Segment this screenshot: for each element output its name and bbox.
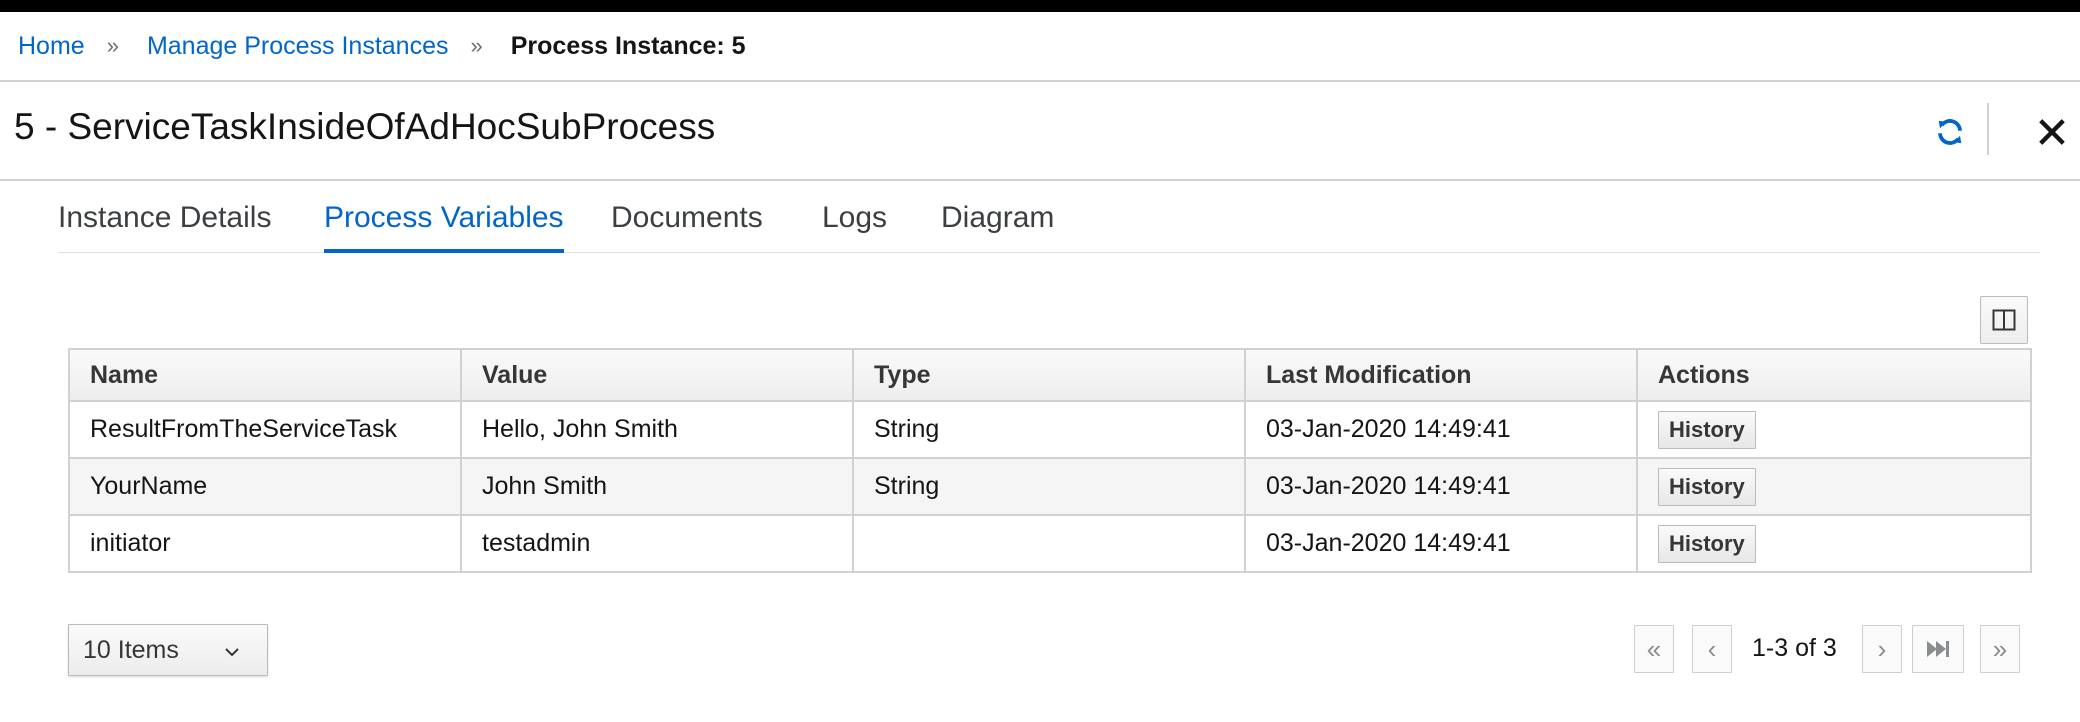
- cell-value: John Smith: [460, 457, 854, 516]
- tab-process-variables[interactable]: Process Variables: [324, 182, 564, 253]
- cell-actions: History: [1636, 400, 2032, 459]
- column-header-last-modification[interactable]: Last Modification: [1244, 348, 1638, 402]
- refresh-button[interactable]: [1932, 112, 1968, 152]
- column-header-type[interactable]: Type: [852, 348, 1246, 402]
- close-button[interactable]: [2032, 110, 2072, 154]
- header-divider: [0, 80, 2080, 82]
- column-header-actions: Actions: [1636, 348, 2032, 402]
- page-size-label: 10 Items: [83, 635, 179, 664]
- table-header-row: Name Value Type Last Modification Action…: [68, 348, 2032, 402]
- cell-value: testadmin: [460, 514, 854, 573]
- previous-page-button[interactable]: ‹: [1692, 625, 1732, 673]
- column-picker-button[interactable]: [1980, 296, 2028, 344]
- cell-type: String: [852, 400, 1246, 459]
- columns-icon: [1992, 309, 2016, 331]
- breadcrumb-home-link[interactable]: Home: [18, 32, 85, 61]
- breadcrumb-current: Process Instance: 5: [510, 31, 746, 60]
- next-page-button[interactable]: ›: [1862, 625, 1902, 673]
- column-header-value[interactable]: Value: [460, 348, 854, 402]
- refresh-icon: [1938, 119, 1962, 145]
- close-icon: [2039, 119, 2065, 145]
- column-header-name[interactable]: Name: [68, 348, 462, 402]
- breadcrumb-manage-process-instances-link[interactable]: Manage Process Instances: [147, 32, 449, 61]
- cell-name: YourName: [68, 457, 462, 516]
- skip-to-end-icon: [1927, 641, 1949, 657]
- history-button[interactable]: History: [1658, 410, 1756, 449]
- table-row: YourName John Smith String 03-Jan-2020 1…: [68, 457, 2032, 516]
- toolbar-divider: [1987, 103, 1989, 155]
- tab-instance-details[interactable]: Instance Details: [58, 182, 271, 252]
- last-page-button[interactable]: [1912, 625, 1964, 673]
- cell-last-modification: 03-Jan-2020 14:49:41: [1244, 514, 1638, 573]
- cell-type: String: [852, 457, 1246, 516]
- table-row: initiator testadmin 03-Jan-2020 14:49:41…: [68, 514, 2032, 573]
- history-button[interactable]: History: [1658, 467, 1756, 506]
- page-title: 5 - ServiceTaskInsideOfAdHocSubProcess: [14, 106, 716, 147]
- cell-type: [852, 514, 1246, 573]
- breadcrumb-separator: »: [470, 33, 483, 58]
- page-size-select[interactable]: 10 Items: [68, 624, 268, 676]
- tab-documents[interactable]: Documents: [611, 182, 763, 252]
- history-button[interactable]: History: [1658, 524, 1756, 563]
- pagination-range-label: 1-3 of 3: [1752, 634, 1837, 662]
- first-page-button[interactable]: «: [1634, 625, 1674, 673]
- tab-bar: Instance Details Process Variables Docum…: [58, 182, 2040, 253]
- cell-name: ResultFromTheServiceTask: [68, 400, 462, 459]
- cell-actions: History: [1636, 457, 2032, 516]
- process-variables-table: Name Value Type Last Modification Action…: [68, 348, 2032, 573]
- breadcrumb: Home » Manage Process Instances » Proces…: [18, 12, 746, 80]
- breadcrumb-separator: »: [106, 33, 119, 58]
- title-divider: [0, 179, 2080, 181]
- tab-logs[interactable]: Logs: [822, 182, 887, 252]
- tab-diagram[interactable]: Diagram: [941, 182, 1054, 252]
- table-row: ResultFromTheServiceTask Hello, John Smi…: [68, 400, 2032, 459]
- chevron-down-icon: [225, 648, 239, 657]
- cell-name: initiator: [68, 514, 462, 573]
- end-page-button[interactable]: »: [1980, 625, 2020, 673]
- cell-last-modification: 03-Jan-2020 14:49:41: [1244, 457, 1638, 516]
- top-bar: [0, 0, 2080, 12]
- cell-value: Hello, John Smith: [460, 400, 854, 459]
- cell-last-modification: 03-Jan-2020 14:49:41: [1244, 400, 1638, 459]
- cell-actions: History: [1636, 514, 2032, 573]
